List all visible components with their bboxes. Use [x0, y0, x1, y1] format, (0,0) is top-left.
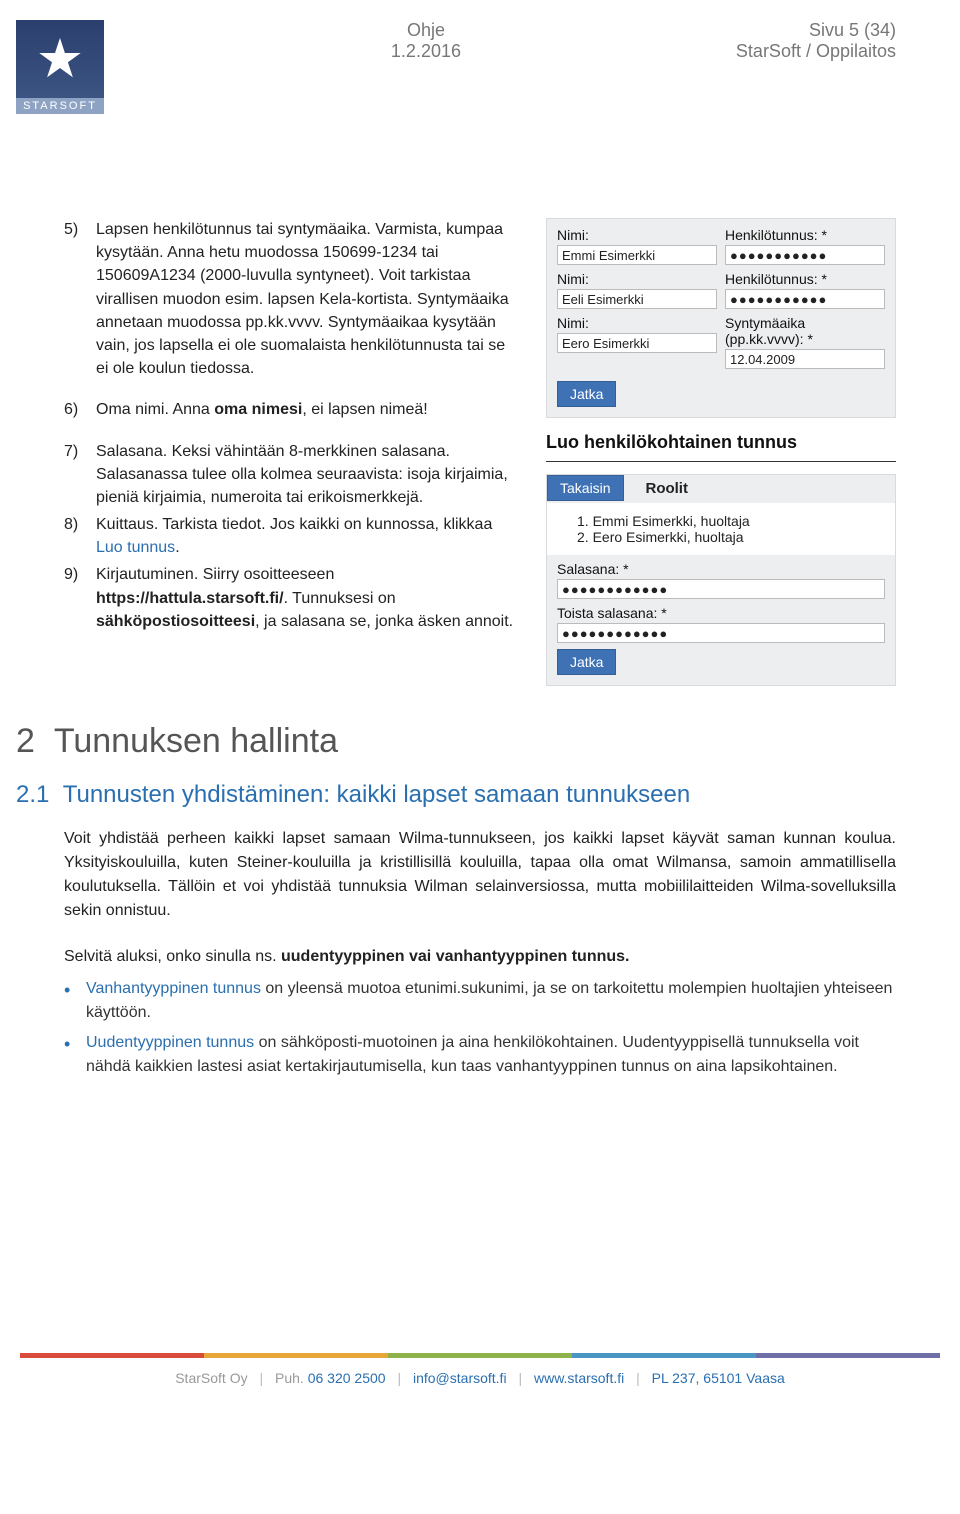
password-repeat-input[interactable]: ●●●●●●●●●●●●	[557, 623, 885, 643]
doc-date: 1.2.2016	[116, 41, 736, 62]
ssn-input-1[interactable]: ●●●●●●●●●●●	[725, 245, 885, 265]
header-right: Sivu 5 (34) StarSoft / Oppilaitos	[736, 20, 896, 62]
create-account-title: Luo henkilökohtainen tunnus	[546, 432, 896, 453]
continue-button[interactable]: Jatka	[557, 381, 616, 407]
name-input-2[interactable]: Eeli Esimerkki	[557, 289, 717, 309]
person-form-panel: Nimi: Emmi Esimerkki Henkilötunnus: * ●●…	[546, 218, 896, 418]
item-number: 5)	[64, 218, 96, 380]
roles-heading: Roolit	[627, 475, 688, 503]
item-number: 6)	[64, 398, 96, 421]
section-heading: 2 Tunnuksen hallinta	[16, 722, 896, 761]
label-name: Nimi:	[557, 315, 717, 331]
item-number: 8)	[64, 513, 96, 559]
footer-email: info@starsoft.fi	[413, 1370, 507, 1386]
bullet-item: • Uudentyyppinen tunnus on sähköposti-mu…	[64, 1031, 896, 1079]
item-number: 9)	[64, 563, 96, 633]
label-name: Nimi:	[557, 271, 717, 287]
label-ssn: Henkilötunnus: *	[725, 271, 885, 287]
starsoft-logo: ★ STARSOFT	[16, 20, 104, 118]
header-center: Ohje 1.2.2016	[116, 20, 736, 62]
footer-address: PL 237, 65101 Vaasa	[652, 1370, 785, 1386]
divider	[546, 461, 896, 462]
label-ssn: Henkilötunnus: *	[725, 227, 885, 243]
doc-source: StarSoft / Oppilaitos	[736, 41, 896, 62]
roles-panel: Takaisin Roolit 1. Emmi Esimerkki, huolt…	[546, 474, 896, 686]
subsection-heading: 2.1 Tunnusten yhdistäminen: kaikki lapse…	[16, 781, 896, 809]
label-password-repeat: Toista salasana: *	[557, 605, 885, 621]
ssn-input-2[interactable]: ●●●●●●●●●●●	[725, 289, 885, 309]
paragraph: Voit yhdistää perheen kaikki lapset sama…	[64, 827, 896, 923]
footer-phone: Puh. 06 320 2500	[275, 1370, 386, 1386]
label-name: Nimi:	[557, 227, 717, 243]
bullet-dot-icon: •	[64, 1031, 86, 1079]
label-password: Salasana: *	[557, 561, 885, 577]
label-birthdate: Syntymäaika (pp.kk.vvvv): *	[725, 315, 885, 347]
page-number: Sivu 5 (34)	[736, 20, 896, 41]
name-input-3[interactable]: Eero Esimerkki	[557, 333, 717, 353]
footer-color-bar	[20, 1353, 940, 1358]
item-8-text: Kuittaus. Tarkista tiedot. Jos kaikki on…	[96, 513, 522, 559]
item-5-text: Lapsen henkilötunnus tai syntymäaika. Va…	[96, 218, 522, 380]
footer-company: StarSoft Oy	[175, 1370, 247, 1386]
continue-button[interactable]: Jatka	[557, 649, 616, 675]
bullet-dot-icon: •	[64, 977, 86, 1025]
doc-type: Ohje	[116, 20, 736, 41]
instructions-column: 5) Lapsen henkilötunnus tai syntymäaika.…	[64, 218, 522, 637]
footer-web: www.starsoft.fi	[534, 1370, 624, 1386]
logo-text: STARSOFT	[16, 98, 104, 114]
page-header: ★ STARSOFT Ohje 1.2.2016 Sivu 5 (34) Sta…	[64, 20, 896, 118]
birthdate-input-3[interactable]: 12.04.2009	[725, 349, 885, 369]
item-7-text: Salasana. Keksi vähintään 8-merkkinen sa…	[96, 440, 522, 510]
name-input-1[interactable]: Emmi Esimerkki	[557, 245, 717, 265]
item-9-text: Kirjautuminen. Siirry osoitteeseen https…	[96, 563, 522, 633]
back-button[interactable]: Takaisin	[547, 475, 624, 501]
item-number: 7)	[64, 440, 96, 510]
bullet-item: • Vanhantyyppinen tunnus on yleensä muot…	[64, 977, 896, 1025]
password-input[interactable]: ●●●●●●●●●●●●	[557, 579, 885, 599]
star-icon: ★	[36, 32, 84, 86]
role-item: 1. Emmi Esimerkki, huoltaja	[577, 513, 885, 529]
role-item: 2. Eero Esimerkki, huoltaja	[577, 529, 885, 545]
page-footer: StarSoft Oy | Puh. 06 320 2500 | info@st…	[0, 1370, 960, 1386]
paragraph: Selvitä aluksi, onko sinulla ns. uudenty…	[64, 945, 896, 969]
bullet-list: • Vanhantyyppinen tunnus on yleensä muot…	[64, 977, 896, 1079]
item-6-text: Oma nimi. Anna oma nimesi, ei lapsen nim…	[96, 398, 522, 421]
